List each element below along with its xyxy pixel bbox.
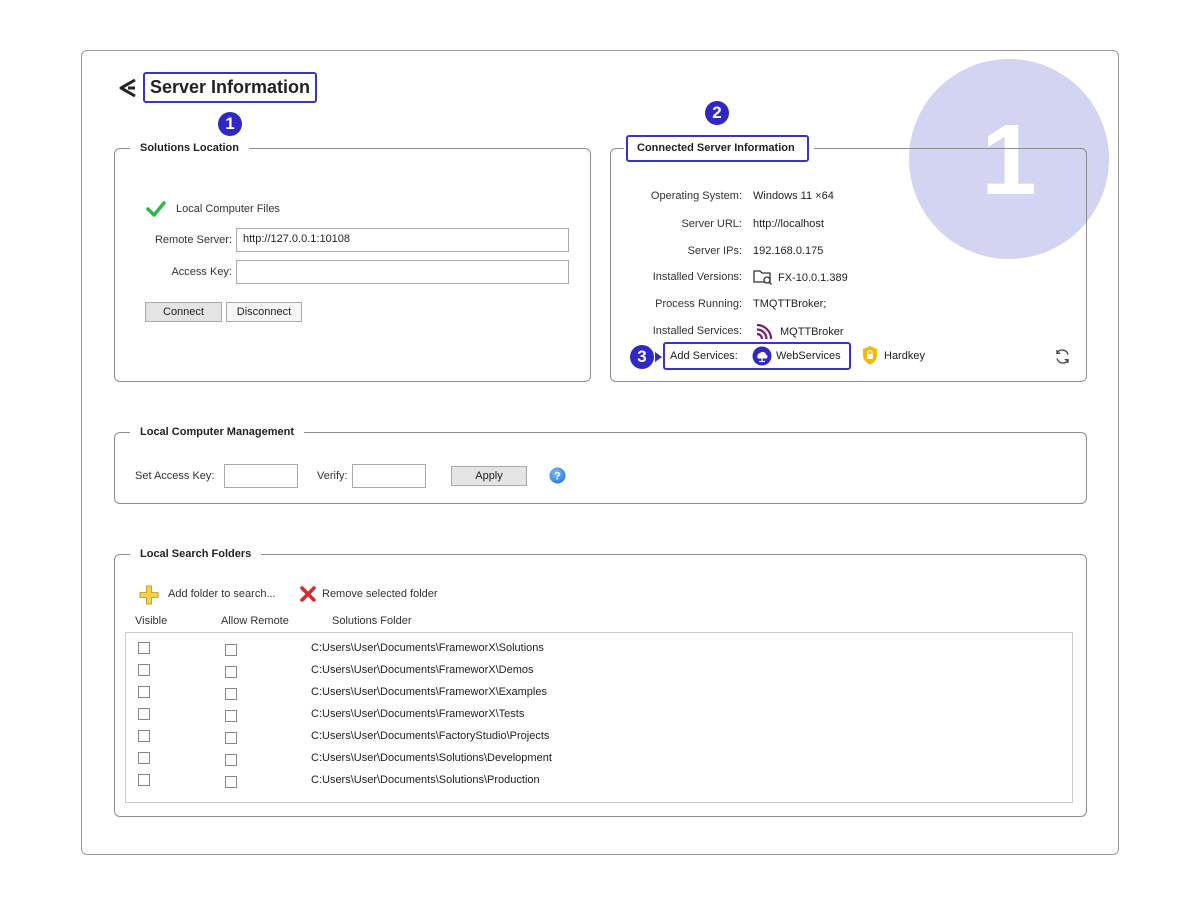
process-running-label: Process Running:: [655, 298, 742, 310]
connected-server-legend: Connected Server Information: [637, 142, 795, 154]
installed-versions-label: Installed Versions:: [652, 271, 742, 283]
web-services-label[interactable]: WebServices: [776, 350, 841, 362]
access-key-label: Access Key:: [171, 266, 232, 278]
table-row[interactable]: C:Users\User\Documents\FrameworX\Demos: [126, 662, 1066, 684]
remote-server-label: Remote Server:: [154, 234, 232, 246]
callout-3-arrow: [655, 352, 662, 362]
table-row[interactable]: C:Users\User\Documents\Solutions\Product…: [126, 772, 1066, 794]
os-label: Operating System:: [650, 190, 742, 202]
callout-badge-1: 1: [218, 112, 242, 136]
access-key-input[interactable]: [236, 260, 569, 284]
visible-checkbox[interactable]: [138, 774, 150, 786]
folder-path: C:Users\User\Documents\Solutions\Product…: [311, 774, 540, 786]
allow-remote-checkbox[interactable]: [225, 754, 237, 766]
folder-path: C:Users\User\Documents\FrameworX\Example…: [311, 686, 547, 698]
mqtt-icon: [756, 322, 774, 340]
installed-versions-value: FX-10.0.1.389: [778, 272, 848, 284]
folder-path: C:Users\User\Documents\Solutions\Develop…: [311, 752, 552, 764]
apply-button[interactable]: Apply: [451, 466, 527, 486]
local-files-label: Local Computer Files: [176, 203, 280, 215]
solutions-location-legend: Solutions Location: [130, 142, 249, 154]
folders-rows: C:Users\User\Documents\FrameworX\Solutio…: [126, 640, 1066, 794]
folder-path: C:Users\User\Documents\FrameworX\Tests: [311, 708, 525, 720]
refresh-icon[interactable]: [1054, 348, 1071, 365]
visible-checkbox[interactable]: [138, 642, 150, 654]
server-url-value: http://localhost: [753, 218, 824, 230]
svg-text:?: ?: [554, 471, 561, 483]
remote-server-input[interactable]: http://127.0.0.1:10108: [236, 228, 569, 252]
column-header-allow-remote[interactable]: Allow Remote: [221, 615, 289, 627]
page-title: Server Information: [150, 77, 311, 97]
table-row[interactable]: C:Users\User\Documents\Solutions\Develop…: [126, 750, 1066, 772]
disconnect-button[interactable]: Disconnect: [226, 302, 302, 322]
check-icon: [146, 200, 166, 218]
server-ips-value: 192.168.0.175: [753, 245, 824, 257]
installed-services-value: MQTTBroker: [780, 326, 844, 338]
connect-button[interactable]: Connect: [145, 302, 222, 322]
callout-badge-3: 3: [630, 345, 654, 369]
allow-remote-checkbox[interactable]: [225, 644, 237, 656]
folder-path: C:Users\User\Documents\FrameworX\Solutio…: [311, 642, 544, 654]
help-icon[interactable]: ?: [549, 467, 566, 484]
back-icon[interactable]: [118, 77, 140, 99]
visible-checkbox[interactable]: [138, 686, 150, 698]
table-row[interactable]: C:Users\User\Documents\FactoryStudio\Pro…: [126, 728, 1066, 750]
set-access-key-input[interactable]: [224, 464, 298, 488]
os-value: Windows 11 ×64: [753, 190, 834, 202]
add-folder-icon[interactable]: [139, 585, 159, 605]
allow-remote-checkbox[interactable]: [225, 666, 237, 678]
column-header-visible[interactable]: Visible: [135, 615, 167, 627]
local-management-legend: Local Computer Management: [130, 426, 305, 438]
search-folders-legend: Local Search Folders: [130, 548, 262, 560]
allow-remote-checkbox[interactable]: [225, 776, 237, 788]
remove-folder-button[interactable]: Remove selected folder: [322, 588, 438, 600]
add-services-label: Add Services:: [670, 350, 738, 362]
allow-remote-checkbox[interactable]: [225, 710, 237, 722]
callout-badge-2: 2: [705, 101, 729, 125]
folder-path: C:Users\User\Documents\FrameworX\Demos: [311, 664, 534, 676]
table-row[interactable]: C:Users\User\Documents\FrameworX\Example…: [126, 684, 1066, 706]
folder-search-icon: [753, 269, 773, 285]
verify-label: Verify:: [317, 470, 348, 482]
allow-remote-checkbox[interactable]: [225, 688, 237, 700]
hardkey-label[interactable]: Hardkey: [884, 350, 925, 362]
installed-services-label: Installed Services:: [652, 325, 742, 337]
server-ips-label: Server IPs:: [687, 245, 742, 257]
process-running-value: TMQTTBroker;: [753, 298, 827, 310]
allow-remote-checkbox[interactable]: [225, 732, 237, 744]
folder-path: C:Users\User\Documents\FactoryStudio\Pro…: [311, 730, 550, 742]
table-row[interactable]: C:Users\User\Documents\FrameworX\Tests: [126, 706, 1066, 728]
visible-checkbox[interactable]: [138, 664, 150, 676]
hardkey-lock-icon[interactable]: [862, 346, 878, 365]
server-url-label: Server URL:: [681, 218, 742, 230]
visible-checkbox[interactable]: [138, 708, 150, 720]
column-header-solutions-folder[interactable]: Solutions Folder: [332, 615, 412, 627]
visible-checkbox[interactable]: [138, 752, 150, 764]
add-folder-button[interactable]: Add folder to search...: [168, 588, 276, 600]
web-services-icon[interactable]: [752, 346, 772, 366]
remove-folder-icon[interactable]: [300, 586, 316, 602]
visible-checkbox[interactable]: [138, 730, 150, 742]
table-row[interactable]: C:Users\User\Documents\FrameworX\Solutio…: [126, 640, 1066, 662]
verify-input[interactable]: [352, 464, 426, 488]
set-access-key-label: Set Access Key:: [135, 470, 215, 482]
